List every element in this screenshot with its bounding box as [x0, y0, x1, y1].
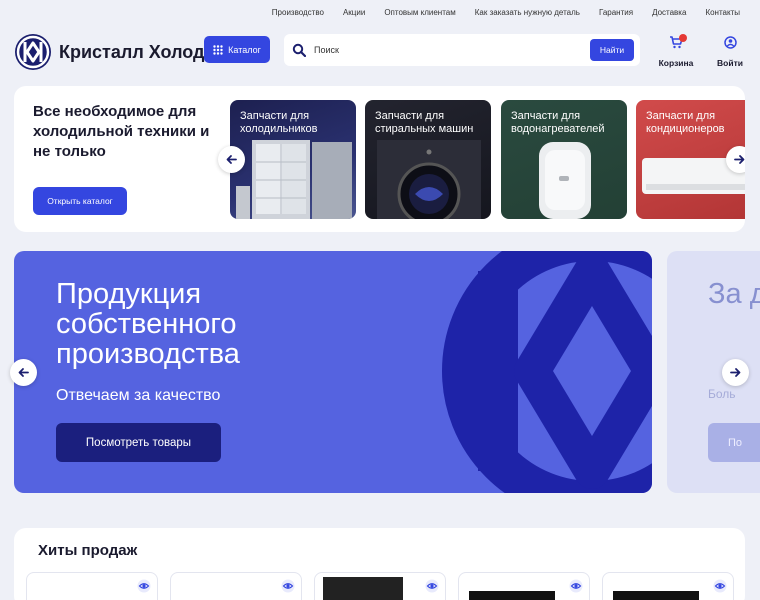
cart-label: Корзина — [658, 58, 694, 68]
banner-next-button[interactable] — [722, 359, 749, 386]
login-label: Войти — [717, 58, 743, 68]
nav-link-production[interactable]: Производство — [272, 8, 324, 17]
next-banner-title: За дл ма — [708, 278, 760, 310]
category-tile-washing-machines[interactable]: Запчасти для стиральных машин — [365, 100, 491, 219]
best-sellers-section: Хиты продаж — [14, 528, 745, 600]
promo-prev-button[interactable] — [218, 146, 245, 173]
logo-mark-icon — [15, 34, 51, 70]
category-label: Запчасти для кондиционеров — [646, 110, 725, 135]
search-input[interactable] — [314, 45, 574, 55]
catalog-button-label: Каталог — [228, 44, 261, 55]
cart-button[interactable]: Корзина — [656, 34, 696, 68]
eye-icon[interactable] — [425, 579, 439, 593]
view-products-button[interactable]: Посмотреть товары — [56, 423, 221, 462]
eye-icon[interactable] — [137, 579, 151, 593]
eye-icon[interactable] — [281, 579, 295, 593]
top-nav: Производство Акции Оптовым клиентам Как … — [0, 0, 760, 24]
search-button[interactable]: Найти — [590, 39, 634, 61]
category-label: Запчасти для стиральных машин — [375, 110, 474, 135]
eye-icon[interactable] — [713, 579, 727, 593]
search-icon — [292, 43, 306, 57]
arrow-left-icon — [18, 368, 29, 377]
user-icon — [723, 36, 737, 49]
arrow-left-icon — [226, 155, 237, 164]
product-card[interactable] — [170, 572, 302, 600]
banner-title: Продукция собственного производства — [56, 278, 240, 370]
nav-link-how-to-order[interactable]: Как заказать нужную деталь — [475, 8, 580, 17]
nav-link-warranty[interactable]: Гарантия — [599, 8, 633, 17]
login-button[interactable]: Войти — [712, 36, 748, 68]
cart-badge — [679, 34, 687, 42]
product-card[interactable] — [26, 572, 158, 600]
nav-link-promotions[interactable]: Акции — [343, 8, 365, 17]
brand-name: Кристалл Холод — [59, 41, 205, 62]
arrow-right-icon — [730, 368, 741, 377]
product-image — [469, 591, 555, 600]
nav-link-wholesale[interactable]: Оптовым клиентам — [384, 8, 455, 17]
category-tile-refrigerators[interactable]: Запчасти для холодильников — [230, 100, 356, 219]
banner-prev-button[interactable] — [10, 359, 37, 386]
logo-watermark-icon — [442, 251, 652, 493]
header: Кристалл Холод Каталог Найти Корзина — [0, 32, 760, 72]
nav-link-delivery[interactable]: Доставка — [652, 8, 686, 17]
category-label: Запчасти для холодильников — [240, 110, 318, 135]
logo[interactable]: Кристалл Холод — [15, 34, 204, 70]
product-card[interactable] — [602, 572, 734, 600]
promo-title: Все необходимое для холодильной техники … — [33, 103, 210, 160]
catalog-button[interactable]: Каталог — [204, 36, 270, 63]
banner-subtitle: Отвечаем за качество — [56, 387, 221, 404]
product-image — [323, 577, 403, 600]
arrow-right-icon — [734, 155, 745, 164]
promo-card: Все необходимое для холодильной техники … — [14, 86, 745, 232]
product-card[interactable] — [458, 572, 590, 600]
hero-banner: Продукция собственного производства Отве… — [14, 251, 652, 493]
next-banner-button[interactable]: По — [708, 423, 760, 462]
section-title: Хиты продаж — [38, 542, 138, 559]
product-image — [613, 591, 699, 600]
nav-link-contacts[interactable]: Контакты — [705, 8, 740, 17]
grid-icon — [213, 44, 223, 55]
next-banner-subtitle: Боль — [708, 387, 736, 401]
category-tile-water-heaters[interactable]: Запчасти для водонагревателей — [501, 100, 627, 219]
search-bar: Найти — [284, 34, 640, 66]
eye-icon[interactable] — [569, 579, 583, 593]
product-card[interactable] — [314, 572, 446, 600]
category-label: Запчасти для водонагревателей — [511, 110, 605, 135]
open-catalog-button[interactable]: Открыть каталог — [33, 187, 127, 215]
